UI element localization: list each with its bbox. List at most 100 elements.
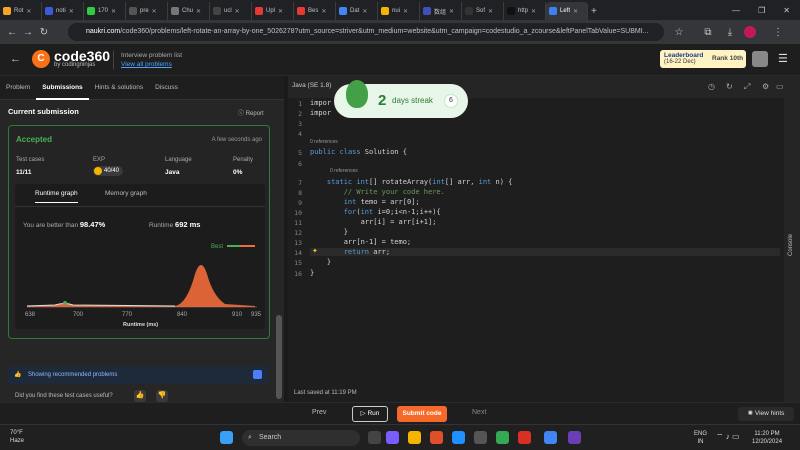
browser-tab[interactable]: noti ✕ (42, 2, 84, 20)
browser-tab[interactable]: http ✕ (504, 2, 546, 20)
browser-tab[interactable]: pre ✕ (126, 2, 168, 20)
reload-icon[interactable]: ↻ (36, 27, 52, 38)
url-input[interactable]: naukri.com/code360/problems/left-rotate-… (68, 23, 664, 41)
profile-avatar[interactable] (744, 26, 756, 38)
code-editor[interactable]: Java (SE 1.8) ◷ ↻ ⤢ ⚙ ▭ 1 impor 2 impor 3 4 5 p… (288, 76, 784, 402)
taskbar-search[interactable]: ⌕ Search (242, 430, 360, 446)
code-line[interactable]: public class Solution { (310, 148, 407, 156)
thumbs-down-icon[interactable]: 👎 (156, 390, 168, 402)
view-all-problems-link[interactable]: View all problems (121, 61, 182, 68)
tab-close-icon[interactable]: ✕ (196, 8, 201, 15)
extensions-icon[interactable]: ⧉ (700, 27, 716, 38)
code-line[interactable]: } (310, 228, 348, 236)
left-scrollbar[interactable] (276, 315, 282, 399)
code-line[interactable]: } (310, 269, 314, 277)
reset-icon[interactable]: ↻ (726, 82, 733, 91)
code360-logo[interactable]: C code360 by codingninjas (32, 49, 110, 68)
language-select[interactable]: Java (SE 1.8) (292, 82, 331, 89)
references-codelens[interactable]: 0 references (310, 139, 338, 145)
tab-close-icon[interactable]: ✕ (449, 8, 454, 15)
youtube-icon[interactable] (518, 431, 531, 444)
user-avatar[interactable] (752, 51, 768, 67)
bookmark-star-icon[interactable]: ☆ (671, 27, 687, 38)
thumbs-up-icon[interactable]: 👍 (134, 390, 146, 402)
tab-close-icon[interactable]: ✕ (488, 8, 493, 15)
settings-icon[interactable]: ⚙ (762, 82, 769, 91)
code-line[interactable]: } (310, 258, 331, 266)
windows-start-icon[interactable] (220, 431, 233, 444)
tab-close-icon[interactable]: ✕ (573, 8, 578, 15)
prev-button[interactable]: Prev (312, 409, 326, 416)
browser-tab[interactable]: 数组 ✕ (420, 2, 462, 20)
browser-tab[interactable]: Chu ✕ (168, 2, 210, 20)
tab-close-icon[interactable]: ✕ (26, 8, 31, 15)
hamburger-menu-icon[interactable]: ☰ (778, 52, 788, 65)
code-line[interactable]: // Write your code here. (310, 188, 445, 196)
tab-runtime-graph[interactable]: Runtime graph (35, 190, 78, 203)
browser-tab[interactable]: 170 ✕ (84, 2, 126, 20)
browser-tab[interactable]: Left ✕ (546, 2, 588, 20)
browser-tab[interactable]: nui ✕ (378, 2, 420, 20)
tab-hints-solutions[interactable]: Hints & solutions (89, 76, 149, 100)
forward-icon[interactable]: → (20, 27, 36, 38)
intellij-icon[interactable] (568, 431, 581, 444)
back-arrow-icon[interactable]: ← (10, 53, 21, 65)
chrome-active-icon[interactable] (544, 431, 557, 444)
task-view-icon[interactable] (368, 431, 381, 444)
tab-problem[interactable]: Problem (0, 76, 36, 100)
browser-tab[interactable]: Upl ✕ (252, 2, 294, 20)
language-indicator[interactable]: ENG IN (694, 430, 707, 446)
file-explorer-icon[interactable] (408, 431, 421, 444)
report-button[interactable]: ⓘ Report (238, 108, 264, 117)
console-tab[interactable]: Console (784, 76, 800, 402)
timer-icon[interactable]: ◷ (708, 82, 715, 91)
tab-close-icon[interactable]: ✕ (278, 8, 283, 15)
browser-tab[interactable]: Bes ✕ (294, 2, 336, 20)
store-icon[interactable] (474, 431, 487, 444)
minimize-icon[interactable]: — (732, 6, 740, 15)
office-icon[interactable] (430, 431, 443, 444)
browser-tab[interactable]: Sof ✕ (462, 2, 504, 20)
code-line[interactable]: impor (310, 109, 331, 117)
code-line[interactable]: int temo = arr[0]; (310, 198, 420, 206)
browser-tab[interactable]: ucl ✕ (210, 2, 252, 20)
tab-close-icon[interactable]: ✕ (152, 8, 157, 15)
taskbar-clock[interactable]: 11:20 PM 12/20/2024 (752, 430, 782, 446)
browser-tab[interactable]: Dat ✕ (336, 2, 378, 20)
edge-icon[interactable] (452, 431, 465, 444)
recommended-problems-bar[interactable]: 👍 Showing recommended problems (8, 366, 268, 384)
maximize-icon[interactable]: ❐ (758, 6, 765, 15)
run-button[interactable]: ▷ Run (352, 406, 388, 422)
new-tab-button[interactable]: + (588, 2, 600, 20)
fullscreen-icon[interactable]: ▭ (776, 82, 784, 91)
tab-close-icon[interactable]: ✕ (531, 8, 536, 15)
code-line[interactable]: for(int i=0;i<n-1;i++){ (310, 208, 441, 216)
code-line[interactable]: return arr; (310, 248, 780, 257)
recommended-checkbox[interactable] (253, 370, 262, 379)
back-icon[interactable]: ← (4, 27, 20, 38)
tab-discuss[interactable]: Discuss (149, 76, 184, 100)
teams-icon[interactable] (386, 431, 399, 444)
code-line[interactable]: static int[] rotateArray(int[] arr, int … (310, 178, 513, 186)
lightbulb-icon[interactable]: ✦ (312, 247, 318, 255)
code-line[interactable]: arr[n-1] = temo; (310, 238, 411, 246)
tab-close-icon[interactable]: ✕ (403, 8, 408, 15)
browser-tab[interactable]: Rot ✕ (0, 2, 42, 20)
code-line[interactable]: arr[i] = arr[i+1]; (310, 218, 437, 226)
weather-widget[interactable]: 70°F Haze (10, 429, 24, 445)
tab-close-icon[interactable]: ✕ (69, 8, 74, 15)
tab-memory-graph[interactable]: Memory graph (105, 190, 147, 197)
submit-code-button[interactable]: Submit code (397, 406, 447, 422)
expand-icon[interactable]: ⤢ (744, 82, 750, 92)
next-button[interactable]: Next (472, 409, 486, 416)
tab-submissions[interactable]: Submissions (36, 76, 89, 100)
tab-close-icon[interactable]: ✕ (111, 8, 116, 15)
chrome-icon[interactable] (496, 431, 509, 444)
tab-close-icon[interactable]: ✕ (362, 8, 367, 15)
view-hints-button[interactable]: ✺ View hints (738, 407, 794, 421)
leaderboard-badge[interactable]: Leaderboard (16-22 Dec) Rank 10th (660, 50, 746, 68)
code-line[interactable]: impor (310, 99, 331, 107)
tab-close-icon[interactable]: ✕ (321, 8, 326, 15)
tab-close-icon[interactable]: ✕ (235, 8, 240, 15)
wifi-volume-battery-icons[interactable]: ⌔ ♪ ▭ (716, 432, 740, 442)
